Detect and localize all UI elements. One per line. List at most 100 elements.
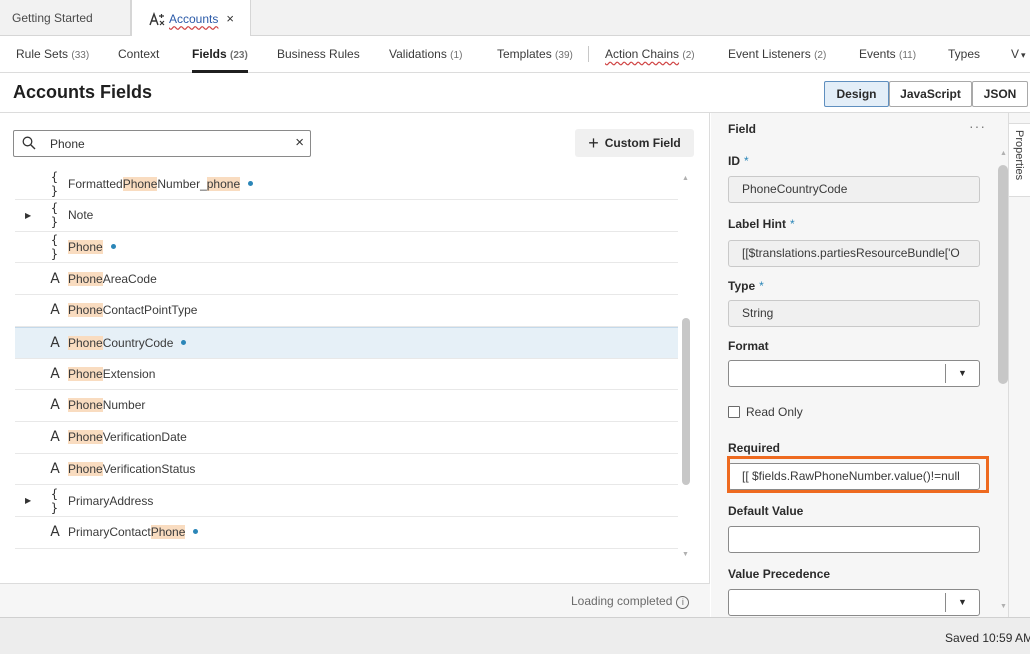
tab-getting-started[interactable]: Getting Started (0, 0, 131, 36)
scroll-up-icon[interactable]: ▲ (682, 175, 689, 182)
list-item[interactable]: A PhoneContactPointType (15, 295, 678, 327)
label-hint-text: Label Hint (728, 217, 787, 231)
required-marker: * (790, 217, 795, 231)
chevron-down-icon[interactable]: ▼ (945, 364, 979, 383)
javascript-mode-button[interactable]: JavaScript (889, 81, 972, 107)
chevron-down-icon[interactable]: ▼ (945, 593, 979, 612)
checkbox-box[interactable] (728, 406, 740, 418)
expand-caret-icon[interactable]: ▶ (25, 496, 31, 505)
plus-icon: + (588, 133, 599, 153)
tab-event-listeners[interactable]: Event Listeners (2) (728, 36, 826, 73)
scroll-down-icon[interactable]: ▼ (682, 551, 689, 558)
id-field[interactable]: PhoneCountryCode (728, 176, 980, 203)
search-value: Phone (50, 137, 85, 151)
tab-business-rules[interactable]: Business Rules (277, 36, 360, 73)
field-name: PrimaryAddress (68, 494, 153, 508)
search-match: Phone (68, 335, 103, 350)
tab-validations[interactable]: Validations (1) (389, 36, 462, 73)
list-item[interactable]: { } Phone (15, 231, 678, 264)
object-type-icon: { } (50, 232, 60, 261)
id-label: ID * (728, 154, 749, 168)
tab-context[interactable]: Context (118, 36, 159, 73)
field-name: PhoneVerificationDate (68, 430, 187, 445)
tab-count: (1) (450, 50, 463, 61)
list-item[interactable]: A PhoneExtension (15, 358, 678, 391)
section-title: Field (728, 122, 757, 136)
scroll-up-icon[interactable]: ▲ (1000, 150, 1007, 157)
list-scrollbar[interactable]: ▲ ▼ (682, 175, 690, 558)
tab-types[interactable]: Types (948, 36, 980, 73)
tab-label: Event Listeners (728, 47, 811, 61)
search-match: Phone (68, 461, 103, 476)
tab-action-chains[interactable]: Action Chains (2) (605, 36, 695, 73)
type-field[interactable]: String (728, 300, 980, 327)
string-type-icon: A (50, 460, 60, 477)
tab-label: Fields (192, 47, 227, 61)
list-item[interactable]: ▶ { } Note (15, 200, 678, 232)
properties-side-tab[interactable]: Properties (1009, 123, 1030, 197)
string-type-icon: A (50, 397, 60, 414)
tab-events[interactable]: Events (11) (859, 36, 916, 73)
id-label-text: ID (728, 154, 740, 168)
list-item[interactable]: ▶ { } PrimaryAddress (15, 485, 678, 517)
search-match: Phone (122, 176, 158, 191)
tab-templates[interactable]: Templates (39) (497, 36, 573, 73)
field-name: PhoneAreaCode (68, 271, 157, 286)
field-name-part: Number (102, 398, 146, 413)
expand-caret-icon[interactable]: ▶ (25, 211, 31, 220)
field-name-part: CountryCode (102, 335, 174, 350)
format-label: Format (728, 339, 769, 353)
field-name-part: PrimaryAddress (68, 493, 154, 508)
scroll-thumb[interactable] (998, 165, 1008, 384)
list-item[interactable]: { } FormattedPhoneNumber_phone (15, 168, 678, 200)
default-value-field[interactable] (728, 526, 980, 553)
tab-label: Templates (497, 47, 552, 61)
read-only-checkbox[interactable]: Read Only (728, 405, 803, 419)
list-item[interactable]: A PhoneVerificationStatus (15, 453, 678, 486)
tab-count: (2) (814, 50, 827, 61)
list-item[interactable]: A PhoneNumber (15, 390, 678, 422)
search-match: Phone (68, 398, 103, 413)
saved-status: Saved 10:59 AM (945, 631, 1030, 645)
list-item[interactable]: A PhoneAreaCode (15, 263, 678, 296)
label-hint-field[interactable]: [[$translations.partiesResourceBundle['O (728, 240, 980, 267)
tab-divider (588, 46, 589, 62)
value-precedence-select[interactable]: ▼ (728, 589, 980, 616)
list-item[interactable]: A PrimaryContactPhone (15, 517, 678, 549)
field-name-part: Formatted (68, 176, 123, 191)
tab-label: V (1011, 47, 1020, 61)
tab-rule-sets[interactable]: Rule Sets (33) (16, 36, 89, 73)
scroll-thumb[interactable] (682, 318, 690, 485)
tab-count: (2) (682, 50, 695, 61)
search-icon (22, 136, 36, 150)
search-match: Phone (68, 239, 103, 254)
tab-overflow[interactable]: V ▾ (1011, 36, 1026, 73)
list-item[interactable] (15, 548, 678, 568)
list-item[interactable]: A PhoneCountryCode (15, 326, 678, 359)
search-input[interactable]: Phone × (13, 130, 311, 157)
tab-count: (33) (71, 50, 90, 61)
field-name-part: Extension (102, 366, 156, 381)
info-icon[interactable]: i (676, 596, 690, 609)
required-field-highlight (727, 456, 989, 493)
status-bar: Saved 10:59 AM (0, 617, 1030, 654)
close-icon[interactable]: × (226, 11, 234, 26)
more-icon[interactable]: ··· (969, 118, 986, 134)
field-name: PhoneExtension (68, 366, 156, 381)
list-item[interactable]: A PhoneVerificationDate (15, 422, 678, 454)
tab-fields[interactable]: Fields (23) (192, 36, 248, 73)
format-select[interactable]: ▼ (728, 360, 980, 387)
field-name-part: VerificationStatus (102, 461, 196, 476)
string-type-icon: A (50, 365, 60, 382)
json-mode-button[interactable]: JSON (972, 81, 1028, 107)
modified-indicator (181, 339, 187, 345)
search-match: Phone (150, 525, 186, 540)
modified-indicator (110, 243, 116, 249)
custom-field-button[interactable]: + Custom Field (575, 129, 694, 157)
scroll-down-icon[interactable]: ▼ (1000, 603, 1007, 610)
tab-accounts[interactable]: Accounts × (131, 0, 251, 37)
modified-indicator (248, 180, 254, 186)
list-footer: Loading completed i (0, 583, 710, 617)
clear-icon[interactable]: × (295, 134, 304, 151)
design-mode-button[interactable]: Design (824, 81, 889, 107)
